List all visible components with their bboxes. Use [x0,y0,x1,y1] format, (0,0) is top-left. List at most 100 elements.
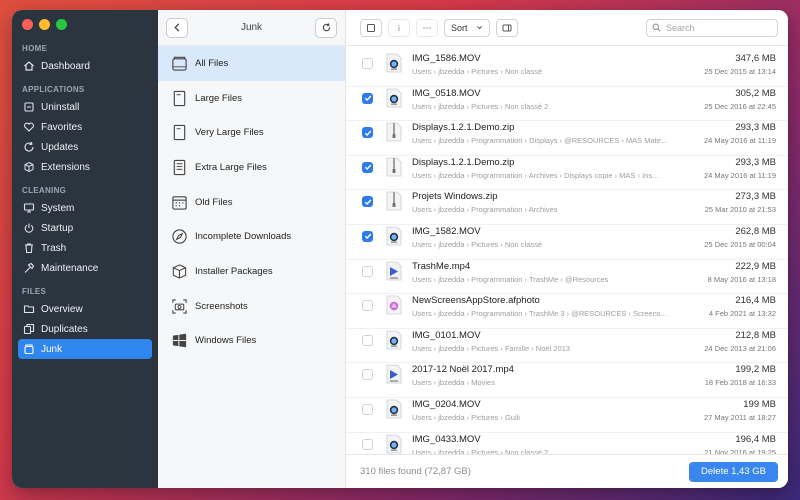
more-button[interactable] [416,18,438,37]
zoom-button[interactable] [56,19,67,30]
file-checkbox[interactable] [362,438,373,450]
file-row[interactable]: Displays.1.2.1.Demo.zip Users › jbzedda ›… [346,156,788,191]
file-checkbox[interactable] [362,196,373,208]
file-size: 262,8 MB [735,225,776,237]
file-meta: 273,3 MB 25 Mar 2010 at 21:53 [686,190,776,214]
toolbar: Sort Search [346,10,788,46]
category-panel: Junk All Files Large Files Very Large File… [158,10,346,488]
file-info: IMG_1582.MOV Users › jbzedda › Pictures ›… [412,225,686,249]
sidebar-item-label: Updates [41,141,79,153]
file-path: Users › jbzedda › Pictures › Non classé [412,67,543,76]
sidebar-section-title: CLEANING [22,186,67,195]
sidebar-item-updates[interactable]: Updates [18,137,152,157]
compass-icon [170,228,188,246]
file-checkbox[interactable] [362,369,373,381]
file-info: TrashMe.mp4 Users › jbzedda › Programmati… [412,260,686,284]
file-list: IMG_1586.MOV Users › jbzedda › Pictures ›… [346,46,788,454]
sidebar-item-maintenance[interactable]: Maintenance [18,258,152,278]
sidebar-item-junk[interactable]: Junk [18,339,152,359]
file-meta: 196,4 MB 21 Nov 2016 at 19:25 [686,433,776,454]
file-size: 199,2 MB [735,364,776,376]
sidebar-item-label: Overview [41,303,83,315]
sidebar-item-trash[interactable]: Trash [18,238,152,258]
refresh-button[interactable] [315,17,337,38]
file-info: IMG_1586.MOV Users › jbzedda › Pictures ›… [412,52,686,76]
sidebar-item-duplicates[interactable]: Duplicates [18,319,152,339]
back-button[interactable] [166,17,188,38]
chevron-down-icon [477,26,482,30]
file-info: Displays.1.2.1.Demo.zip Users › jbzedda ›… [412,121,686,145]
sidebar-item-label: Extensions [41,161,90,173]
close-button[interactable] [22,19,33,30]
file-row[interactable]: IMG_0518.MOV Users › jbzedda › Pictures ›… [346,87,788,122]
minimize-button[interactable] [39,19,50,30]
file-path: Users › jbzedda › Pictures › Guili [412,412,520,422]
category-installer-packages[interactable]: Installer Packages [158,254,345,289]
checkmark-icon [364,130,371,136]
search-icon [652,23,661,32]
app-window: HOME Dashboard APPLICATIONS Uninstall Favori… [12,10,788,488]
file-checkbox[interactable] [362,161,373,173]
file-checkbox[interactable] [362,300,373,312]
category-incomplete-downloads[interactable]: Incomplete Downloads [158,219,345,254]
file-checkbox[interactable] [362,230,373,242]
file-row[interactable]: NewScreensAppStore.afphoto Users › jbzedd… [346,294,788,329]
category-old-files[interactable]: Old Files [158,185,345,220]
file-row[interactable]: IMG_0101.MOV Users › jbzedda › Pictures ›… [346,329,788,364]
category-very-large-files[interactable]: Very Large Files [158,115,345,150]
file-row[interactable]: Displays.1.2.1.Demo.zip Users › jbzedda ›… [346,121,788,156]
sidebar-item-overview[interactable]: Overview [18,299,152,319]
category-large-files[interactable]: Large Files [158,81,345,116]
file-date: 24 May 2016 at 11:19 [704,136,776,146]
info-button[interactable] [388,18,410,37]
file-row[interactable]: IMG_1586.MOV Users › jbzedda › Pictures ›… [346,52,788,87]
file-checkbox[interactable] [362,58,373,69]
file-size: 212,8 MB [735,329,776,341]
sidebar-item-dashboard[interactable]: Dashboard [18,56,152,76]
sidebar-item-label: Uninstall [41,101,80,113]
file-size: 273,3 MB [735,191,776,203]
file-icon [170,124,188,142]
delete-button[interactable]: Delete 1,43 GB [689,461,778,482]
sidebar-item-system[interactable]: System [18,198,152,218]
sort-button[interactable]: Sort [444,18,490,37]
file-checkbox[interactable] [362,92,373,104]
sidebar-section-title: HOME [22,44,48,53]
junk-icon [23,343,35,355]
sidebar-item-uninstall[interactable]: Uninstall [18,97,152,117]
file-name: Displays.1.2.1.Demo.zip [412,156,515,168]
category-label: Incomplete Downloads [195,231,292,243]
zip-file-icon [386,191,402,211]
category-all-files[interactable]: All Files [158,46,345,81]
file-date: 25 Dec 2015 at 13:14 [704,67,776,76]
search-field[interactable]: Search [646,18,778,37]
file-date: 25 Dec 2016 at 22:45 [704,101,776,111]
category-label: Very Large Files [195,127,264,139]
sidebar-item-extensions[interactable]: Extensions [18,157,152,177]
afphoto-file-icon [386,295,402,315]
file-name: TrashMe.mp4 [412,260,471,272]
file-meta: 199,2 MB 18 Feb 2018 at 16:33 [686,363,776,387]
file-row[interactable]: IMG_1582.MOV Users › jbzedda › Pictures ›… [346,225,788,260]
file-checkbox[interactable] [362,334,373,346]
file-row[interactable]: Projets Windows.zip Users › jbzedda › Pro… [346,190,788,225]
file-checkbox[interactable] [362,403,373,415]
file-meta: 293,3 MB 24 May 2016 at 11:19 [686,156,776,180]
file-info: NewScreensAppStore.afphoto Users › jbzedd… [412,294,686,318]
file-size: 293,3 MB [735,156,776,168]
file-checkbox[interactable] [362,127,373,139]
zip-file-icon [386,157,402,177]
file-row[interactable]: TrashMe.mp4 Users › jbzedda › Programmati… [346,260,788,295]
category-screenshots[interactable]: Screenshots [158,289,345,324]
sidebar-item-startup[interactable]: Startup [18,218,152,238]
select-all-button[interactable] [360,18,382,37]
preview-toggle-button[interactable] [496,18,518,37]
sidebar-item-favorites[interactable]: Favorites [18,117,152,137]
file-checkbox[interactable] [362,265,373,277]
sidebar-section-title: APPLICATIONS [22,85,85,94]
file-row[interactable]: IMG_0204.MOV Users › jbzedda › Pictures ›… [346,398,788,433]
category-windows-files[interactable]: Windows Files [158,324,345,359]
category-extra-large-files[interactable]: Extra Large Files [158,150,345,185]
file-row[interactable]: IMG_0433.MOV Users › jbzedda › Pictures ›… [346,433,788,454]
file-row[interactable]: 2017-12 Noël 2017.mp4 Users › jbzedda › M… [346,363,788,398]
